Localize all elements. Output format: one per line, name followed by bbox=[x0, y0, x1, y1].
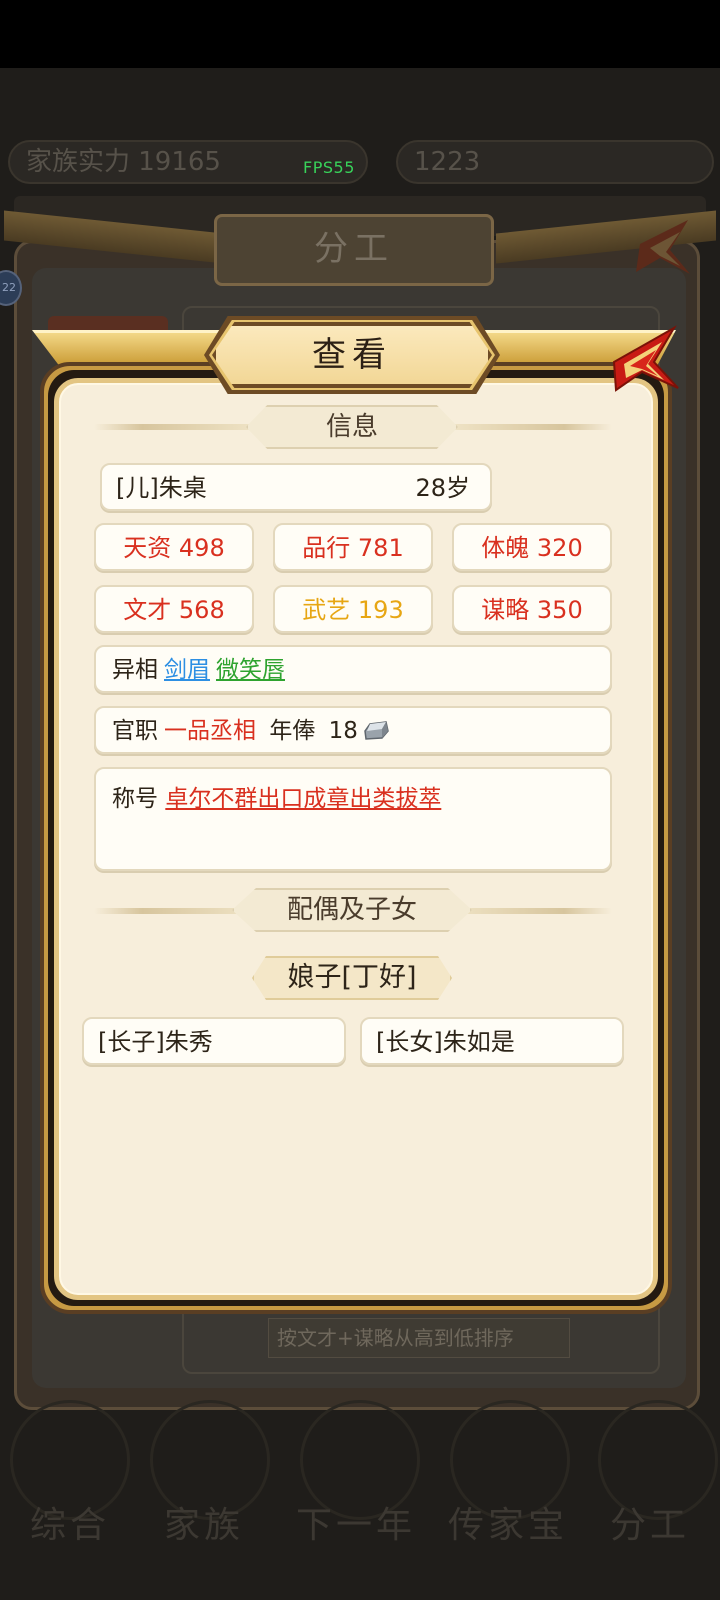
nav-item: 下一年 bbox=[296, 1505, 417, 1546]
person-name: [儿]朱桌 bbox=[116, 474, 207, 502]
stat-value: 498 bbox=[178, 534, 225, 562]
honor-box: 称号 卓尔不群出口成章出类拔萃 bbox=[94, 767, 612, 871]
section-divider bbox=[94, 908, 254, 914]
stat-label: 武艺 bbox=[302, 596, 351, 624]
stat-value: 350 bbox=[536, 596, 583, 624]
stat-physique: 体魄 320 bbox=[452, 523, 612, 571]
background-title: 分工 bbox=[214, 214, 494, 286]
office-value: 一品丞相 bbox=[164, 718, 256, 744]
spouse-label[interactable]: 娘子[丁好] bbox=[252, 956, 452, 1000]
person-age: 28岁 bbox=[415, 474, 470, 502]
section-header-info: 信息 bbox=[246, 405, 458, 449]
nav-item: 综合 bbox=[30, 1505, 111, 1546]
background-close-icon bbox=[636, 220, 690, 274]
background-sort-button: 按文才+谋略从高到低排序 bbox=[268, 1318, 570, 1358]
close-icon[interactable] bbox=[608, 322, 680, 394]
fps-counter: FPS55 bbox=[303, 158, 355, 177]
salary-value: 18 bbox=[328, 718, 358, 744]
stat-literary: 文才 568 bbox=[94, 585, 254, 633]
child-button[interactable]: [长子]朱秀 bbox=[82, 1017, 346, 1065]
traits-label: 异相 bbox=[112, 657, 158, 683]
nav-item: 传家宝 bbox=[448, 1505, 569, 1546]
stat-label: 文才 bbox=[123, 596, 172, 624]
dialog-title: 查看 bbox=[312, 335, 392, 375]
stat-value: 568 bbox=[178, 596, 225, 624]
stat-conduct: 品行 781 bbox=[273, 523, 433, 571]
honor-label: 称号 bbox=[112, 786, 158, 812]
trait-link[interactable]: 微笑唇 bbox=[216, 657, 285, 683]
office-label: 官职 bbox=[112, 718, 158, 744]
silver-ingot-icon bbox=[364, 721, 389, 740]
stat-label: 体魄 bbox=[481, 534, 530, 562]
office-row: 官职 一品丞相 年俸 18 bbox=[94, 706, 612, 754]
stat-talent: 天资 498 bbox=[94, 523, 254, 571]
stat-value: 193 bbox=[357, 596, 404, 624]
honor-value[interactable]: 卓尔不群出口成章出类拔萃 bbox=[165, 786, 441, 812]
stat-value: 781 bbox=[357, 534, 404, 562]
nav-item: 家族 bbox=[164, 1505, 245, 1546]
nav-item: 分工 bbox=[610, 1505, 691, 1546]
stat-value: 320 bbox=[536, 534, 583, 562]
section-divider bbox=[452, 908, 612, 914]
section-divider bbox=[452, 424, 612, 430]
section-header-family: 配偶及子女 bbox=[232, 888, 472, 932]
section-divider bbox=[94, 424, 254, 430]
person-name-box: [儿]朱桌 28岁 bbox=[100, 463, 492, 511]
child-button[interactable]: [长女]朱如是 bbox=[360, 1017, 624, 1065]
stat-label: 天资 bbox=[123, 534, 172, 562]
stat-martial: 武艺 193 bbox=[273, 585, 433, 633]
stat-label: 谋略 bbox=[481, 596, 530, 624]
resource-stat: 1223 bbox=[396, 140, 714, 184]
top-bar bbox=[0, 0, 720, 68]
traits-row: 异相 剑眉 微笑唇 bbox=[94, 645, 612, 693]
stat-strategy: 谋略 350 bbox=[452, 585, 612, 633]
trait-link[interactable]: 剑眉 bbox=[164, 657, 210, 683]
stat-label: 品行 bbox=[302, 534, 351, 562]
salary-label: 年俸 bbox=[269, 718, 316, 744]
